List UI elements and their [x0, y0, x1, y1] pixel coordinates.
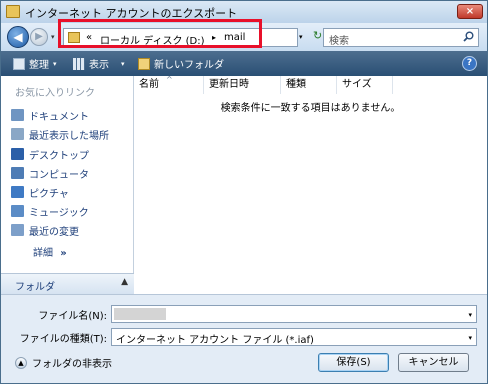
sidebar-item-music[interactable]: ミュージック: [11, 203, 89, 219]
sort-arrow-icon: ^: [166, 75, 173, 84]
cancel-button[interactable]: キャンセル: [398, 353, 469, 372]
collapse-circle-icon: ▲: [15, 356, 27, 369]
chevron-down-icon: ▾: [53, 59, 57, 68]
help-button[interactable]: ?: [462, 56, 477, 71]
sidebar-item-label: ドキュメント: [29, 111, 89, 123]
sidebar-item-documents[interactable]: ドキュメント: [11, 107, 89, 123]
recent-pages-dropdown[interactable]: ▾: [51, 33, 55, 41]
pictures-icon: [11, 186, 24, 198]
filename-value: [114, 308, 166, 320]
folder-icon: [6, 5, 20, 18]
view-label: 表示: [89, 60, 109, 71]
details-label: 詳細: [33, 248, 53, 259]
filetype-select[interactable]: インターネット アカウント ファイル (*.iaf) ▾: [111, 328, 477, 346]
chevron-down-icon[interactable]: ▾: [468, 311, 472, 319]
sidebar-item-desktop[interactable]: デスクトップ: [11, 146, 89, 162]
folders-label: フォルダ: [15, 282, 55, 293]
filename-field[interactable]: ▾: [111, 305, 477, 323]
save-dialog-window: インターネット アカウントのエクスポート × ◀ ▶ ▾ « ローカル ディスク…: [0, 0, 488, 384]
sidebar-item-computer[interactable]: コンピュータ: [11, 165, 89, 181]
desktop-icon: [11, 148, 24, 160]
new-folder-label: 新しいフォルダ: [154, 60, 224, 71]
save-button[interactable]: 保存(S): [318, 353, 389, 372]
recently-changed-icon: [11, 224, 24, 236]
back-button[interactable]: ◀: [7, 26, 29, 48]
chevron-down-icon: ▾: [468, 334, 472, 342]
sidebar-item-label: 最近表示した場所: [29, 130, 109, 142]
organize-label: 整理: [29, 60, 49, 71]
double-chevron-icon: »: [60, 248, 67, 259]
hide-folders-toggle[interactable]: ▲ フォルダの非表示: [15, 355, 112, 370]
column-header-label: 名前: [139, 79, 159, 90]
column-header-name[interactable]: 名前 ^: [134, 75, 204, 94]
chevron-down-icon: ▾: [121, 59, 125, 68]
hide-folders-label: フォルダの非表示: [32, 359, 112, 370]
filetype-label: ファイルの種類(T):: [19, 334, 107, 345]
column-header-type[interactable]: 種類: [281, 76, 337, 94]
file-list[interactable]: 名前 ^ 更新日時 種類 サイズ 検索条件に一致する項目はありません。: [134, 75, 487, 294]
music-icon: [11, 205, 24, 217]
forward-button[interactable]: ▶: [30, 28, 48, 46]
sidebar-item-recent-places[interactable]: 最近表示した場所: [11, 126, 109, 142]
view-icon: [73, 57, 85, 70]
chevron-up-icon: ▲: [121, 277, 128, 287]
folders-toggle-bar[interactable]: フォルダ ▲: [1, 273, 134, 294]
recent-places-icon: [11, 128, 24, 140]
sidebar-item-label: ミュージック: [29, 207, 89, 219]
sidebar-item-label: ピクチャ: [29, 188, 69, 200]
address-highlight-box: [58, 19, 262, 48]
filename-label: ファイル名(N):: [38, 311, 107, 322]
search-placeholder: 検索: [329, 36, 349, 47]
organize-icon: [13, 57, 25, 70]
navigation-pane: お気に入りリンク ドキュメント 最近表示した場所 デスクトップ コンピュータ ピ…: [1, 76, 134, 294]
sidebar-item-recently-changed[interactable]: 最近の変更: [11, 222, 79, 238]
refresh-button[interactable]: ↻: [313, 29, 322, 42]
search-icon[interactable]: [463, 31, 474, 45]
sidebar-item-pictures[interactable]: ピクチャ: [11, 184, 69, 200]
details-link[interactable]: 詳細 »: [33, 244, 67, 259]
close-button[interactable]: ×: [457, 4, 483, 19]
organize-menu-button[interactable]: 整理 ▾: [13, 56, 57, 71]
favorite-links-heading: お気に入りリンク: [15, 88, 95, 99]
address-history-dropdown[interactable]: ▾: [299, 33, 303, 41]
sidebar-item-label: デスクトップ: [29, 150, 89, 162]
computer-icon: [11, 167, 24, 179]
new-folder-icon: [138, 57, 150, 70]
documents-icon: [11, 109, 24, 121]
view-menu-button[interactable]: 表示 ▾: [73, 56, 125, 71]
empty-list-message: 検索条件に一致する項目はありません。: [220, 103, 401, 114]
dialog-footer: ファイル名(N): ▾ ファイルの種類(T): インターネット アカウント ファ…: [1, 294, 487, 383]
sidebar-item-label: コンピュータ: [29, 169, 89, 181]
column-header-modified[interactable]: 更新日時: [204, 76, 281, 94]
search-input[interactable]: 検索: [323, 28, 479, 47]
column-header-size[interactable]: サイズ: [337, 76, 393, 94]
command-toolbar: 整理 ▾ 表示 ▾ 新しいフォルダ ?: [1, 51, 487, 76]
filetype-value: インターネット アカウント ファイル (*.iaf): [116, 335, 314, 346]
sidebar-item-label: 最近の変更: [29, 226, 79, 238]
new-folder-button[interactable]: 新しいフォルダ: [138, 56, 224, 71]
